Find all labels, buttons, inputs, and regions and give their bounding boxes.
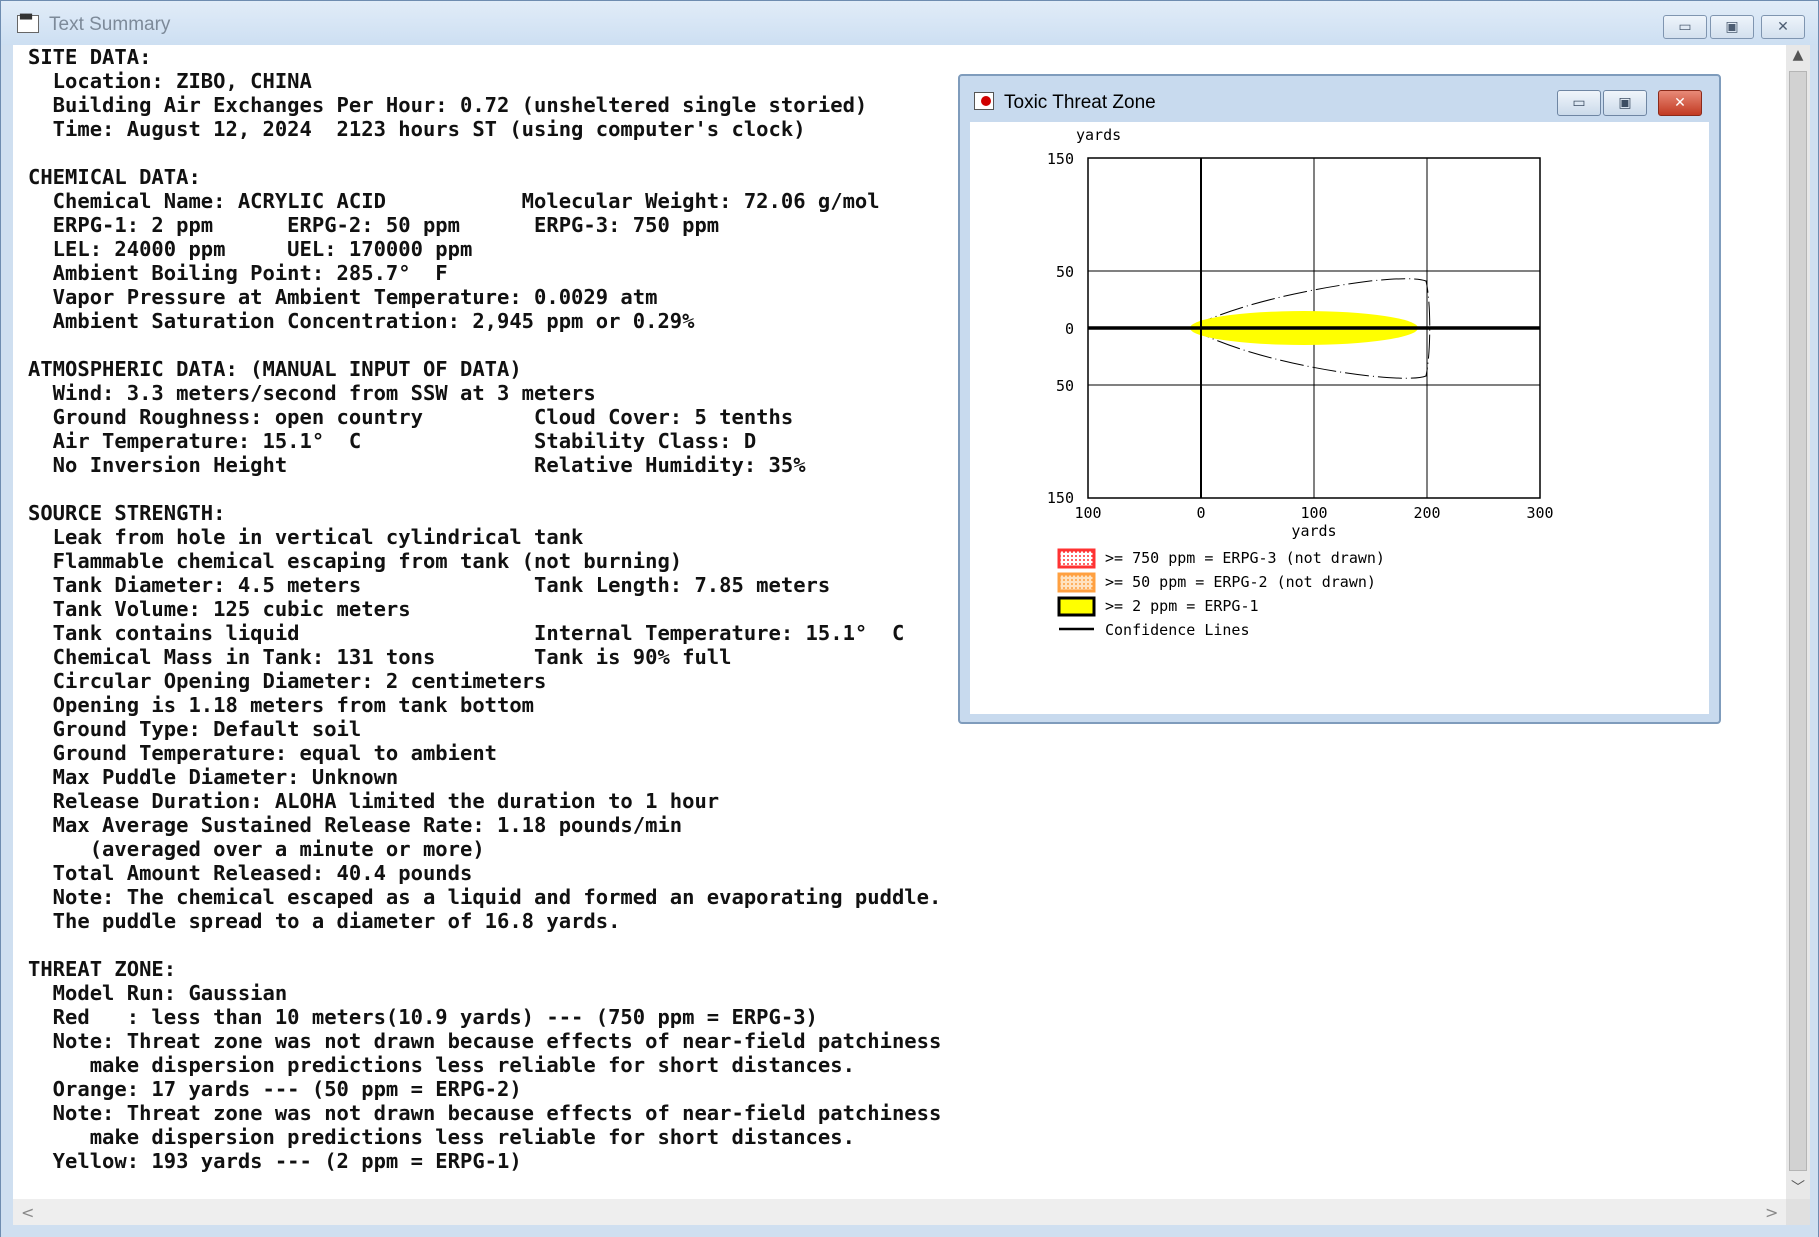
legend-label-erpg1: >= 2 ppm = ERPG-1 [1105, 597, 1259, 615]
toxic-threat-zone-window: Toxic Threat Zone ▭ ▣ ✕ yards 150 50 0 5… [958, 74, 1721, 724]
legend-label-erpg2: >= 50 ppm = ERPG-2 (not drawn) [1105, 573, 1376, 591]
y-tick-label: 50 [1056, 263, 1074, 281]
threat-minimize-button[interactable]: ▭ [1557, 90, 1601, 116]
threat-close-button[interactable]: ✕ [1658, 90, 1702, 116]
scroll-right-arrow-icon[interactable]: > [1765, 1203, 1778, 1222]
title-bar[interactable]: ▀▀ Text Summary ▭ ▣ ✕ [1, 1, 1818, 45]
x-tick-label: 100 [1300, 504, 1327, 522]
scroll-left-arrow-icon[interactable]: < [21, 1203, 34, 1222]
threat-maximize-button[interactable]: ▣ [1603, 90, 1647, 116]
y-tick-label: 50 [1056, 377, 1074, 395]
maximize-button[interactable]: ▣ [1710, 15, 1754, 39]
y-tick-label: 150 [1047, 150, 1074, 168]
window-bottom-border [1, 1225, 1818, 1237]
legend-swatch-erpg3 [1057, 548, 1096, 569]
vertical-scrollbar[interactable]: ▲ ﹀ [1786, 45, 1810, 1199]
threat-window-title-bar[interactable]: Toxic Threat Zone ▭ ▣ ✕ [960, 76, 1719, 118]
threat-app-icon [974, 92, 994, 110]
legend-swatch-erpg1 [1057, 596, 1096, 617]
minimize-button[interactable]: ▭ [1663, 15, 1707, 39]
y-tick-label: 150 [1047, 489, 1074, 507]
threat-zone-plot: yards 150 50 0 50 150 100 0 100 200 300 … [1047, 126, 1554, 639]
window-title: Text Summary [49, 14, 171, 35]
scroll-up-arrow-icon[interactable]: ▲ [1786, 47, 1810, 63]
vertical-scroll-thumb[interactable] [1789, 71, 1807, 1171]
y-axis-unit-label: yards [1076, 126, 1121, 144]
x-tick-label: 0 [1196, 504, 1205, 522]
scroll-down-arrow-icon[interactable]: ﹀ [1786, 1177, 1810, 1197]
threat-window-title: Toxic Threat Zone [1004, 92, 1156, 113]
close-button[interactable]: ✕ [1761, 15, 1805, 39]
threat-zone-plot-area: yards 150 50 0 50 150 100 0 100 200 300 … [970, 122, 1709, 714]
x-axis-unit-label: yards [1291, 522, 1336, 540]
x-tick-label: 200 [1413, 504, 1440, 522]
horizontal-scrollbar[interactable]: < > [13, 1199, 1786, 1225]
x-tick-label: 300 [1526, 504, 1553, 522]
legend-label-erpg3: >= 750 ppm = ERPG-3 (not drawn) [1105, 549, 1385, 567]
resize-grip-icon[interactable] [1786, 1199, 1810, 1225]
legend-swatch-erpg2 [1057, 572, 1096, 593]
summary-text: SITE DATA: Location: ZIBO, CHINA Buildin… [28, 45, 942, 1173]
app-icon: ▀▀ [17, 15, 39, 33]
y-tick-label: 0 [1065, 320, 1074, 338]
legend-label-confidence-lines: Confidence Lines [1105, 621, 1250, 639]
x-tick-label: 100 [1074, 504, 1101, 522]
